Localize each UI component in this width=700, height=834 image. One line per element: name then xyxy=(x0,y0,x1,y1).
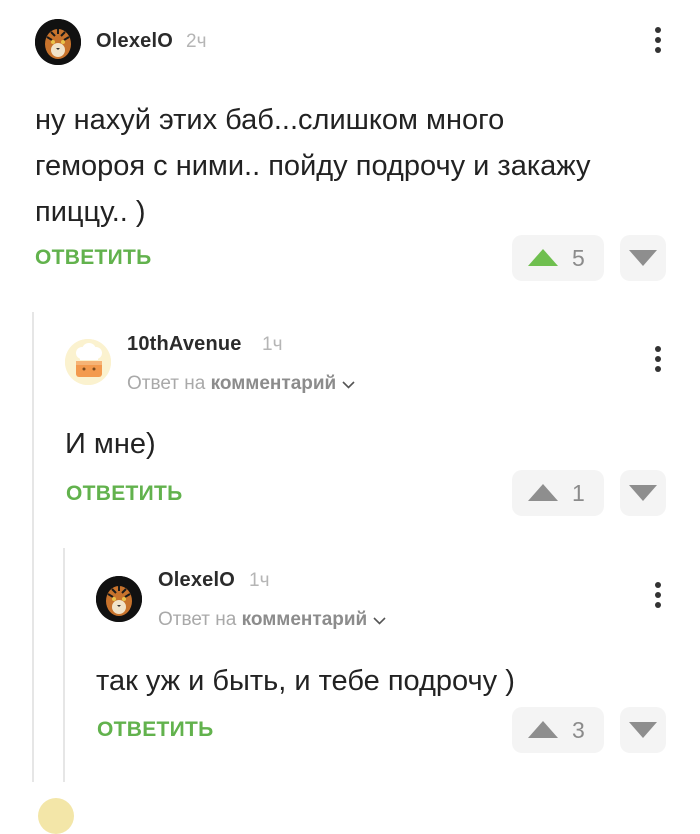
username[interactable]: OlexelO xyxy=(158,569,235,592)
downvote-arrow-icon xyxy=(629,722,657,738)
user-avatar[interactable] xyxy=(96,576,142,622)
comment-text: так уж и быть, и тебе подрочу ) xyxy=(96,665,515,697)
rating-count: 3 xyxy=(572,717,585,743)
next-comment-avatar[interactable] xyxy=(38,798,74,834)
upvote-button[interactable]: 3 xyxy=(512,707,604,753)
comment: OlexelO 1ч Ответ на комментарий так уж и… xyxy=(0,0,700,780)
comment-time: 1ч xyxy=(249,570,270,591)
comment-menu-icon[interactable] xyxy=(653,582,663,610)
reply-button[interactable]: ОТВЕТИТЬ xyxy=(97,718,214,742)
reply-to-target[interactable]: комментарий xyxy=(242,609,368,630)
reply-to-link[interactable]: Ответ на комментарий xyxy=(158,609,386,631)
reply-to-prefix: Ответ на xyxy=(158,609,237,631)
chevron-down-icon[interactable] xyxy=(373,609,386,631)
downvote-button[interactable] xyxy=(620,707,666,753)
tiger-avatar-icon xyxy=(96,576,142,622)
upvote-arrow-icon xyxy=(528,721,558,738)
